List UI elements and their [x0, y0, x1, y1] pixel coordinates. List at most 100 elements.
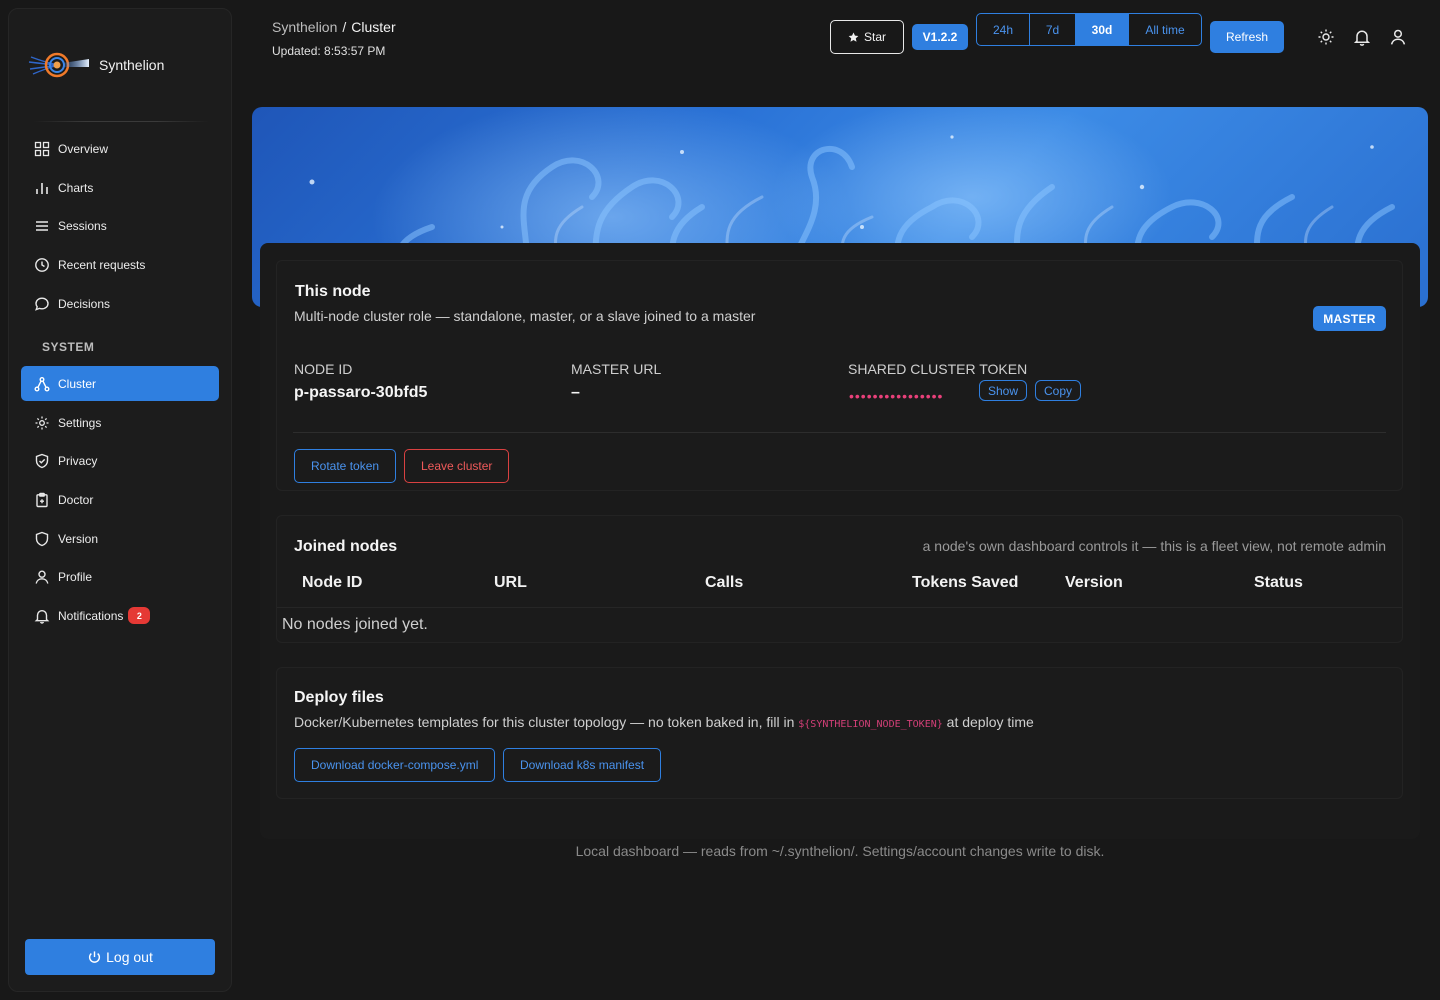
refresh-button[interactable]: Refresh [1210, 21, 1284, 53]
brand-name: Synthelion [99, 57, 165, 73]
sidebar-item-settings[interactable]: Settings [21, 405, 219, 440]
bar-chart-icon [36, 182, 48, 194]
column-header-tokens-saved: Tokens Saved [912, 574, 1019, 591]
node-id-value: p-passaro-30bfd5 [294, 384, 428, 401]
this-node-title: This node [295, 283, 371, 300]
env-var-placeholder: ${SYNTHELION_NODE_TOKEN} [798, 719, 943, 730]
sidebar-item-charts[interactable]: Charts [21, 170, 219, 205]
sidebar-item-version[interactable]: Version [21, 521, 219, 556]
sidebar-item-label: Charts [58, 180, 94, 195]
this-node-card: This node Multi-node cluster role — stan… [276, 260, 1403, 491]
range-30d-button[interactable]: 30d [1076, 14, 1129, 45]
empty-state: No nodes joined yet. [282, 616, 428, 633]
chat-bubble-icon [35, 296, 49, 311]
sidebar-item-label: Recent requests [58, 257, 146, 272]
sidebar-item-recent-requests[interactable]: Recent requests [21, 247, 219, 282]
sidebar-section-system: SYSTEM [42, 340, 95, 354]
sidebar-item-label: Doctor [58, 492, 94, 507]
gear-icon [35, 416, 49, 429]
deploy-desc-after: at deploy time [946, 714, 1034, 730]
sidebar-item-label: Sessions [58, 218, 107, 233]
nodes-icon [34, 376, 50, 391]
notifications-count-badge: 2 [128, 607, 151, 624]
copy-token-button[interactable]: Copy [1035, 380, 1082, 401]
download-compose-button[interactable]: Download docker-compose.yml [294, 748, 496, 782]
time-range-selector: 24h 7d 30d All time [976, 13, 1202, 46]
sidebar-item-label: Notifications [58, 608, 124, 623]
leave-cluster-button[interactable]: Leave cluster [404, 449, 510, 483]
breadcrumb-current: Cluster [351, 19, 396, 35]
range-all-time-button[interactable]: All time [1129, 14, 1201, 45]
sidebar-item-label: Overview [58, 141, 109, 156]
power-icon [89, 950, 101, 963]
brand[interactable]: Synthelion [27, 49, 164, 81]
cluster-panel: This node Multi-node cluster role — stan… [260, 243, 1420, 839]
logout-button[interactable]: Log out [25, 939, 215, 975]
sidebar-item-label: Settings [58, 415, 102, 430]
download-k8s-button[interactable]: Download k8s manifest [503, 748, 662, 782]
deploy-files-card: Deploy files Docker/Kubernetes templates… [276, 667, 1403, 799]
show-token-button[interactable]: Show [979, 380, 1028, 401]
list-icon [36, 220, 48, 231]
master-url-value: – [571, 384, 580, 401]
sidebar-item-sessions[interactable]: Sessions [21, 208, 219, 243]
clock-icon [35, 257, 49, 272]
sidebar-item-privacy[interactable]: Privacy [21, 443, 219, 478]
card-divider [293, 432, 1386, 433]
joined-nodes-title: Joined nodes [294, 538, 398, 555]
cluster-token-label: SHARED CLUSTER TOKEN [848, 361, 1028, 377]
shield-check-icon [35, 453, 49, 468]
sidebar-item-label: Cluster [58, 376, 97, 391]
bell-icon[interactable] [1353, 28, 1371, 46]
breadcrumb-separator: / [342, 19, 347, 35]
breadcrumb: Synthelion / Cluster [272, 19, 396, 35]
synthelion-logo [28, 52, 89, 78]
this-node-subtitle: Multi-node cluster role — standalone, ma… [294, 308, 756, 324]
column-header-calls: Calls [705, 574, 744, 591]
sidebar-item-overview[interactable]: Overview [21, 131, 219, 166]
sidebar-item-label: Privacy [58, 453, 98, 468]
column-header-node-id: Node ID [302, 574, 363, 591]
last-updated: Updated: 8:53:57 PM [272, 44, 386, 58]
clipboard-icon [36, 492, 48, 507]
sidebar-item-doctor[interactable]: Doctor [21, 482, 219, 517]
sidebar-item-profile[interactable]: Profile [21, 559, 219, 594]
breadcrumb-parent[interactable]: Synthelion [272, 19, 337, 35]
column-header-version: Version [1065, 574, 1123, 591]
bell-icon [34, 609, 50, 624]
column-header-url: URL [494, 574, 527, 591]
role-badge: MASTER [1313, 306, 1386, 331]
sidebar-item-notifications[interactable]: Notifications 2 [21, 598, 219, 633]
range-24h-button[interactable]: 24h [977, 14, 1030, 45]
sun-icon[interactable] [1317, 28, 1335, 46]
sidebar-divider [33, 121, 209, 122]
logout-label: Log out [106, 949, 153, 965]
sidebar-item-label: Version [58, 531, 99, 546]
shield-icon [35, 531, 49, 546]
master-url-label: MASTER URL [571, 361, 662, 377]
table-header-rule [277, 607, 1402, 608]
footer-note: Local dashboard — reads from ~/.syntheli… [575, 843, 1105, 859]
rotate-token-button[interactable]: Rotate token [294, 449, 397, 483]
grid-icon [34, 141, 50, 156]
version-badge: V1.2.2 [912, 24, 968, 50]
sidebar-item-label: Decisions [58, 296, 111, 311]
joined-nodes-card: Joined nodes a node's own dashboard cont… [276, 515, 1403, 643]
sidebar-item-decisions[interactable]: Decisions [21, 286, 219, 321]
sidebar-item-cluster[interactable]: Cluster [21, 366, 219, 401]
column-header-status: Status [1254, 574, 1303, 591]
cluster-token-masked: •••••••••••••••• [849, 388, 944, 404]
sidebar: Synthelion Overview Charts Sessions Rece… [8, 8, 232, 992]
deploy-files-title: Deploy files [294, 689, 384, 706]
joined-nodes-hint: a node's own dashboard controls it — thi… [922, 538, 1386, 554]
node-id-label: NODE ID [294, 361, 353, 377]
range-7d-button[interactable]: 7d [1030, 14, 1076, 45]
star-label: Star [863, 30, 886, 44]
deploy-desc-before: Docker/Kubernetes templates for this clu… [294, 714, 795, 730]
star-icon [848, 32, 859, 42]
deploy-files-description: Docker/Kubernetes templates for this clu… [294, 714, 1034, 730]
sidebar-item-label: Profile [58, 569, 93, 584]
star-button[interactable]: Star [830, 20, 904, 54]
user-icon [35, 569, 49, 584]
user-icon[interactable] [1389, 28, 1407, 46]
